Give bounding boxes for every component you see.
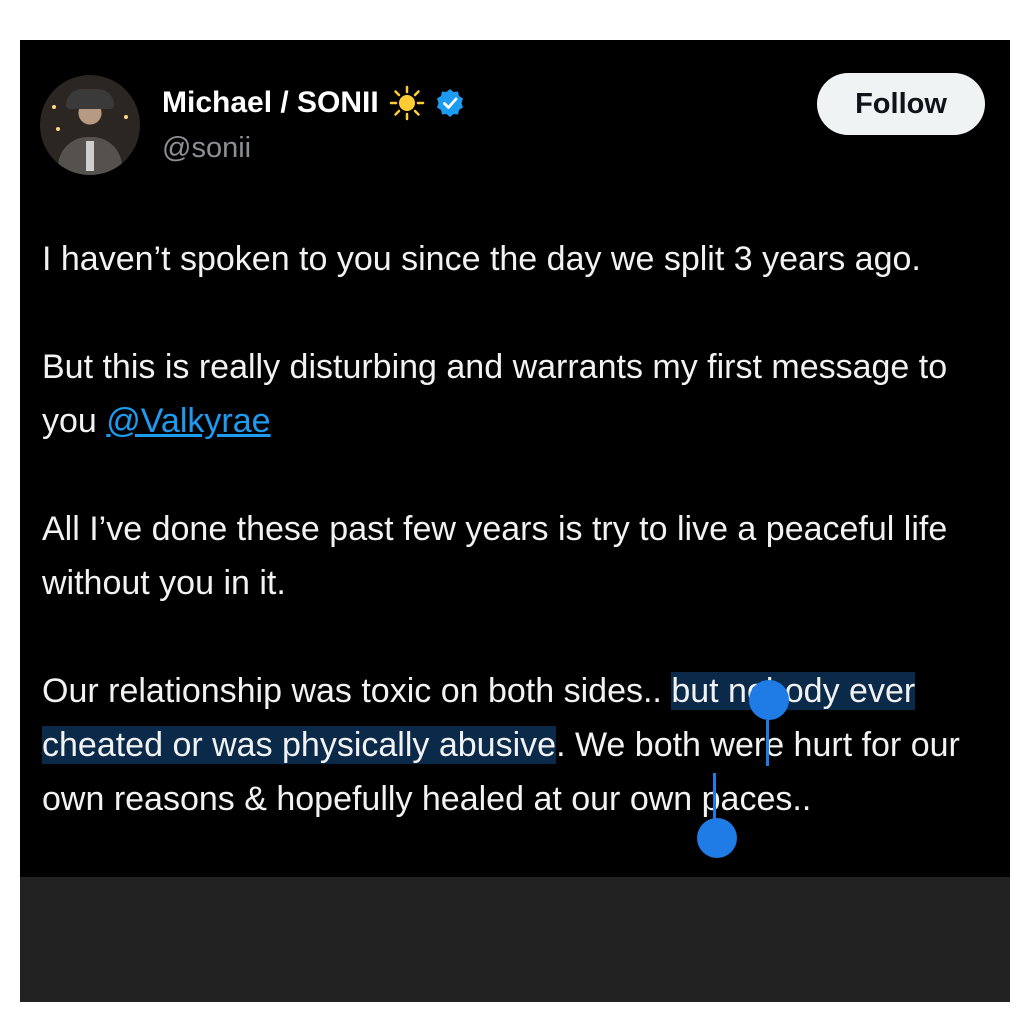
author-handle[interactable]: @sonii bbox=[162, 132, 251, 165]
tweet-paragraph: But this is really disturbing and warran… bbox=[42, 340, 992, 448]
tweet-card: Michael / SONII @sonii Follow I haven’t … bbox=[20, 40, 1010, 1002]
tweet-paragraph: I haven’t spoken to you since the day we… bbox=[42, 240, 921, 278]
avatar[interactable] bbox=[40, 75, 140, 175]
tweet-body: I haven’t spoken to you since the day we… bbox=[42, 232, 992, 880]
tweet-paragraph: Our relationship was toxic on both sides… bbox=[42, 664, 992, 826]
author-name-row: Michael / SONII bbox=[162, 85, 465, 121]
verified-badge-icon bbox=[435, 88, 465, 118]
tweet-text: Our relationship was toxic on both sides… bbox=[42, 672, 672, 710]
tweet-header: Michael / SONII @sonii Follow bbox=[20, 40, 1010, 190]
author-name[interactable]: Michael / SONII bbox=[162, 86, 379, 120]
selection-start-handle[interactable] bbox=[749, 680, 789, 720]
bottom-overlay-bar bbox=[20, 877, 1010, 1002]
sun-icon bbox=[389, 85, 425, 121]
selection-start-stem bbox=[766, 720, 769, 766]
follow-button[interactable]: Follow bbox=[817, 73, 985, 135]
selection-end-handle[interactable] bbox=[697, 818, 737, 858]
mention-link[interactable]: @Valkyrae bbox=[106, 402, 270, 440]
tweet-paragraph: All I’ve done these past few years is tr… bbox=[42, 510, 948, 602]
